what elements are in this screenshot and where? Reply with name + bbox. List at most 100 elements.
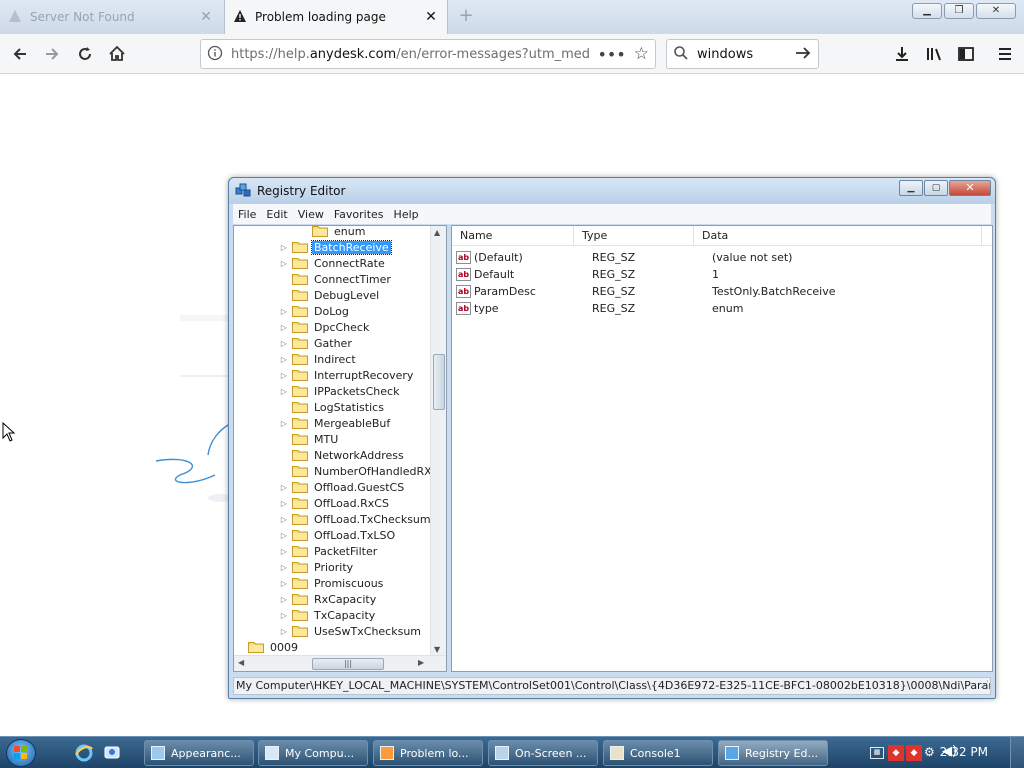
expand-arrow-icon[interactable]: ▷ (278, 547, 290, 556)
tree-node[interactable]: ▷ Priority (278, 559, 355, 575)
back-arrow-icon[interactable] (8, 42, 32, 66)
tree-node[interactable]: ▷ UseSwTxChecksum (278, 623, 423, 639)
scroll-down-arrow-icon[interactable]: ▼ (434, 645, 440, 654)
tree-node[interactable]: NetworkAddress (278, 447, 406, 463)
registry-value-row[interactable]: ab (Default) REG_SZ (value not set) (456, 249, 972, 266)
tree-node[interactable]: ▷ BatchReceive (278, 239, 392, 255)
registry-values-list[interactable]: Name Type Data ab (Default) REG_SZ (value n… (451, 225, 993, 672)
expand-arrow-icon[interactable]: ▷ (278, 515, 290, 524)
expand-arrow-icon[interactable]: ▷ (278, 387, 290, 396)
expand-arrow-icon[interactable]: ▷ (278, 419, 290, 428)
tree-node[interactable]: ▷ DoLog (278, 303, 351, 319)
expand-arrow-icon[interactable]: ▷ (278, 563, 290, 572)
scroll-left-arrow-icon[interactable]: ◀ (238, 658, 244, 667)
scroll-right-arrow-icon[interactable]: ▶ (418, 658, 424, 667)
tree-node[interactable]: ▷ OffLoad.TxLSO (278, 527, 397, 543)
anydesk-tray-icon-2[interactable]: ◆ (906, 745, 922, 761)
download-icon[interactable] (890, 42, 914, 66)
tree-node[interactable]: ▷ InterruptRecovery (278, 367, 415, 383)
page-actions-icon[interactable]: ••• (597, 45, 625, 64)
close-window-button[interactable]: ✕ (976, 3, 1016, 19)
info-icon[interactable] (207, 45, 223, 64)
tree-node[interactable]: ConnectTimer (278, 271, 393, 287)
tree-node[interactable]: DebugLevel (278, 287, 381, 303)
tree-node[interactable]: ▷ OffLoad.TxChecksum (278, 511, 433, 527)
hamburger-menu-icon[interactable] (993, 42, 1017, 66)
scroll-up-arrow-icon[interactable]: ▲ (434, 228, 440, 237)
tree-node[interactable]: ▷ DpcCheck (278, 319, 371, 335)
expand-arrow-icon[interactable]: ▷ (278, 483, 290, 492)
sidebar-icon[interactable] (954, 42, 978, 66)
start-button[interactable] (6, 739, 36, 767)
tree-node[interactable]: ▷ OffLoad.RxCS (278, 495, 391, 511)
expand-arrow-icon[interactable]: ▷ (278, 371, 290, 380)
expand-arrow-icon[interactable]: ▷ (278, 339, 290, 348)
forward-arrow-icon[interactable] (40, 42, 64, 66)
tree-node[interactable]: LogStatistics (278, 399, 386, 415)
tree-node[interactable]: ▷ Promiscuous (278, 575, 385, 591)
taskbar-button[interactable]: My Compu... (258, 740, 368, 766)
expand-arrow-icon[interactable]: ▷ (278, 627, 290, 636)
column-header-data[interactable]: Data (694, 226, 982, 245)
expand-arrow-icon[interactable]: ▷ (278, 595, 290, 604)
show-desktop-quick-icon[interactable] (102, 743, 122, 763)
minimize-button[interactable]: ▁ (912, 3, 942, 19)
home-icon[interactable] (105, 42, 129, 66)
tree-node[interactable]: ▷ ConnectRate (278, 255, 387, 271)
expand-arrow-icon[interactable]: ▷ (278, 243, 290, 252)
taskbar-button[interactable]: Console1 (603, 740, 713, 766)
tree-vertical-scrollbar[interactable]: ▲ ▼ (430, 226, 446, 656)
scrollbar-thumb[interactable] (433, 354, 445, 410)
resize-grip-icon[interactable]: ⋰ (980, 680, 989, 690)
reload-icon[interactable] (73, 42, 97, 66)
tree-node[interactable]: ▷ Offload.GuestCS (278, 479, 406, 495)
internet-explorer-icon[interactable] (74, 743, 94, 763)
menu-view[interactable]: View (293, 208, 329, 221)
tree-node[interactable]: enum (298, 226, 367, 239)
tree-node[interactable]: ▷ RxCapacity (278, 591, 378, 607)
menu-favorites[interactable]: Favorites (329, 208, 389, 221)
expand-arrow-icon[interactable]: ▷ (278, 323, 290, 332)
tree-node[interactable]: ▷ PacketFilter (278, 543, 379, 559)
taskbar-button[interactable]: Appearanc... (144, 740, 254, 766)
expand-arrow-icon[interactable]: ▷ (278, 259, 290, 268)
tree-node[interactable]: ▷ TxCapacity (278, 607, 377, 623)
tree-node[interactable]: ▷ Gather (278, 335, 354, 351)
registry-value-row[interactable]: ab Default REG_SZ 1 (456, 266, 972, 283)
taskbar-button[interactable]: On-Screen ... (488, 740, 598, 766)
search-bar[interactable] (666, 39, 819, 69)
keyboard-tray-icon[interactable]: ▦ (870, 747, 884, 759)
show-desktop-button[interactable] (1010, 737, 1024, 768)
close-button[interactable]: ✕ (949, 180, 991, 196)
tree-node[interactable]: ▷ MergeableBuf (278, 415, 392, 431)
taskbar-button[interactable]: Problem lo... (373, 740, 483, 766)
registry-key-tree[interactable]: enum ▷ BatchReceive ▷ ConnectRate ConnectTime… (233, 225, 447, 672)
new-tab-plus-icon[interactable]: + (456, 6, 476, 26)
url-bar[interactable]: https://help.anydesk.com/en/error-messag… (200, 39, 656, 69)
close-tab-icon[interactable]: ✕ (423, 9, 439, 25)
star-icon[interactable]: ☆ (634, 44, 649, 64)
close-tab-icon[interactable]: ✕ (198, 9, 214, 25)
tree-node[interactable]: 0009 (234, 639, 300, 655)
expand-arrow-icon[interactable]: ▷ (278, 531, 290, 540)
library-icon[interactable] (922, 42, 946, 66)
taskbar-button[interactable]: Registry Ed... (718, 740, 828, 766)
menu-file[interactable]: File (233, 208, 261, 221)
tab-server-not-found[interactable]: Server Not Found ✕ (0, 0, 222, 34)
menu-edit[interactable]: Edit (261, 208, 292, 221)
tree-node[interactable]: NumberOfHandledRXP (278, 463, 440, 479)
column-header-type[interactable]: Type (574, 226, 694, 245)
maximize-button[interactable]: ▢ (924, 180, 948, 196)
restore-button[interactable]: ❐ (944, 3, 974, 19)
registry-editor-title-bar[interactable]: Registry Editor ▁ ▢ ✕ (229, 178, 995, 204)
menu-help[interactable]: Help (389, 208, 424, 221)
network-tray-icon[interactable]: ⚙ (924, 745, 935, 759)
taskbar-clock[interactable]: 2:32 PM (940, 745, 988, 759)
scrollbar-thumb[interactable]: ||| (312, 658, 384, 670)
tree-node[interactable]: ▷ IPPacketsCheck (278, 383, 401, 399)
expand-arrow-icon[interactable]: ▷ (278, 611, 290, 620)
arrow-right-icon[interactable] (794, 45, 812, 64)
anydesk-tray-icon[interactable]: ◆ (888, 745, 904, 761)
registry-value-row[interactable]: ab ParamDesc REG_SZ TestOnly.BatchReceive (456, 283, 972, 300)
expand-arrow-icon[interactable]: ▷ (278, 355, 290, 364)
